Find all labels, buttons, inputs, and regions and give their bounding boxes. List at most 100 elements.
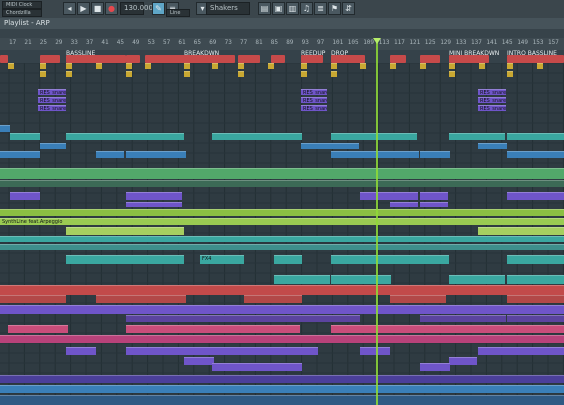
playlist-clip[interactable] <box>184 63 190 69</box>
playlist-clip[interactable] <box>126 347 318 355</box>
playlist-clip[interactable] <box>0 209 564 216</box>
playlist-clip[interactable]: SynthLine feat.Arpeggio <box>0 218 564 225</box>
marker-lane[interactable]: BASSLINE BREAKDWN REEDUP DROP MINI BREAKDWN I… <box>0 50 564 63</box>
tool-icon[interactable]: ≣ <box>314 2 327 15</box>
playlist-clip[interactable] <box>0 385 564 393</box>
playlist-clip[interactable] <box>268 63 274 69</box>
preset-select[interactable]: Shakers <box>206 2 250 15</box>
playlist-clip[interactable] <box>66 227 184 235</box>
pattern-marker[interactable] <box>66 55 126 63</box>
tool-icon[interactable]: ▣ <box>272 2 285 15</box>
playlist-clip[interactable]: RES_snare <box>478 89 506 95</box>
pattern-marker[interactable] <box>507 55 564 63</box>
pattern-marker[interactable] <box>0 55 8 63</box>
playlist-clip[interactable] <box>360 192 390 200</box>
playlist-clip[interactable] <box>478 143 507 149</box>
pattern-marker[interactable] <box>449 55 489 63</box>
tempo-display[interactable]: 130.000 <box>120 2 153 15</box>
playlist-clip[interactable] <box>8 63 14 69</box>
playlist-clip[interactable] <box>274 255 302 264</box>
playlist-clip[interactable] <box>238 63 244 69</box>
playlist-clip[interactable] <box>145 63 151 69</box>
playlist-clip[interactable] <box>420 363 450 371</box>
playlist-clip[interactable] <box>126 71 132 77</box>
tool-icon[interactable]: ▥ <box>286 2 299 15</box>
playlist-clip[interactable] <box>507 255 564 264</box>
playlist-clip[interactable] <box>537 63 543 69</box>
playlist-clip[interactable] <box>10 192 40 200</box>
stop-icon[interactable]: ■ <box>91 2 104 15</box>
playlist-clip[interactable]: RES_snare <box>478 105 506 111</box>
playlist-clip[interactable]: RES_snare <box>301 89 327 95</box>
playlist-clip[interactable] <box>331 71 337 77</box>
playlist-clip[interactable] <box>507 325 564 333</box>
pattern-marker[interactable] <box>126 55 140 63</box>
playlist-clip[interactable] <box>479 63 485 69</box>
playlist-clip[interactable]: RES_snare <box>301 105 327 111</box>
playlist-clip[interactable] <box>184 71 190 77</box>
pattern-marker[interactable] <box>271 55 285 63</box>
playlist-clip[interactable] <box>420 63 426 69</box>
pattern-marker[interactable] <box>301 55 323 63</box>
playlist-clip[interactable] <box>40 143 66 149</box>
playlist-clip[interactable] <box>449 275 505 284</box>
pattern-marker[interactable] <box>390 55 406 63</box>
playlist-clip[interactable] <box>420 315 506 322</box>
playlist-clip[interactable] <box>478 347 564 355</box>
prev-icon[interactable]: ◂ <box>63 2 76 15</box>
playlist-clip[interactable] <box>96 63 102 69</box>
playlist-clip[interactable] <box>96 295 186 303</box>
snap-select[interactable]: Line <box>166 9 190 17</box>
playlist-clip[interactable] <box>507 275 564 284</box>
tool-icon[interactable]: ⚑ <box>328 2 341 15</box>
tool-icon[interactable]: ♫ <box>300 2 313 15</box>
playlist-clip[interactable] <box>274 275 330 284</box>
playlist-clip[interactable] <box>420 202 448 207</box>
playlist-clip[interactable] <box>360 63 366 69</box>
playlist-clip[interactable] <box>301 143 359 149</box>
playlist-clip[interactable] <box>126 325 300 333</box>
playhead[interactable] <box>376 38 378 405</box>
play-icon[interactable]: ▶ <box>77 2 90 15</box>
playlist-clip[interactable] <box>507 133 564 140</box>
playlist-clip[interactable]: RES_snare <box>301 97 327 103</box>
playlist-clip[interactable] <box>331 63 337 69</box>
playlist-clip[interactable] <box>300 315 360 322</box>
playlist-clip[interactable] <box>449 63 455 69</box>
playlist-clip[interactable] <box>331 151 419 158</box>
playlist-clip[interactable]: FX4 <box>200 255 244 264</box>
playlist-clip[interactable] <box>507 295 564 303</box>
playlist-clip[interactable] <box>212 363 302 371</box>
playlist-clip[interactable] <box>0 335 564 343</box>
playlist-clip[interactable]: RES_snare <box>38 89 66 95</box>
playlist-clip[interactable] <box>126 151 186 158</box>
playlist-clip[interactable] <box>96 151 124 158</box>
playlist-clip[interactable] <box>0 236 564 242</box>
playlist-clip[interactable] <box>66 255 184 264</box>
tool-icon[interactable]: ▤ <box>258 2 271 15</box>
playlist-clip[interactable] <box>66 347 96 355</box>
playlist-clip[interactable] <box>126 202 182 207</box>
playlist-clip[interactable] <box>331 133 417 140</box>
playlist-clip[interactable] <box>8 325 68 333</box>
playlist-clip[interactable] <box>66 63 72 69</box>
playlist-clip[interactable] <box>331 325 361 333</box>
playlist-clip[interactable] <box>0 295 66 303</box>
playlist-clip[interactable] <box>66 71 72 77</box>
playlist-clip[interactable] <box>184 357 214 365</box>
playlist-clip[interactable] <box>301 63 307 69</box>
playlist-clip[interactable] <box>0 168 564 179</box>
playlist-clip[interactable] <box>0 395 564 405</box>
playlist-clip[interactable] <box>212 63 218 69</box>
playlist-clip[interactable] <box>420 192 448 200</box>
playlist-clip[interactable] <box>390 295 446 303</box>
playlist-clip[interactable] <box>126 315 300 322</box>
playlist-clip[interactable] <box>0 125 10 132</box>
playlist-clip[interactable] <box>244 295 302 303</box>
pattern-marker[interactable] <box>40 55 60 63</box>
playlist-clip[interactable] <box>126 192 182 200</box>
playlist-clip[interactable] <box>212 133 302 140</box>
playlist-clip[interactable] <box>449 71 455 77</box>
playlist-clip[interactable] <box>0 375 564 383</box>
playlist-clip[interactable] <box>507 192 564 200</box>
